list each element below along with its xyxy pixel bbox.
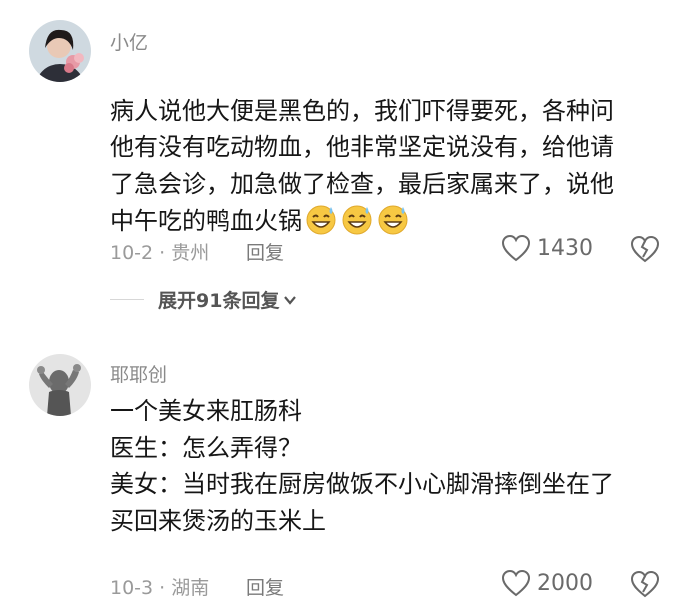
- chevron-down-icon: [284, 295, 297, 305]
- expand-replies-button[interactable]: 展开91条回复: [110, 286, 298, 313]
- expand-replies-label: 展开91条回复: [158, 290, 280, 312]
- avatar-photo: [29, 354, 91, 416]
- comment-text: 一个美女来肛肠科 医生：怎么弄得？ 美女：当时我在厨房做饭不小心脚滑摔倒坐在了 …: [110, 397, 614, 535]
- grin-sweat-emoji: [306, 205, 336, 235]
- emoji-group: [302, 205, 410, 235]
- grin-sweat-emoji: [342, 205, 372, 235]
- like-button[interactable]: 2000: [501, 569, 593, 597]
- broken-heart-icon: [630, 570, 660, 598]
- divider-line: [110, 298, 144, 301]
- comment-meta: 10-2 · 贵州: [110, 242, 210, 264]
- reply-button[interactable]: 回复: [246, 238, 284, 265]
- heart-outline-icon: [501, 234, 531, 262]
- username[interactable]: 小亿: [110, 28, 148, 55]
- like-button[interactable]: 1430: [501, 234, 593, 262]
- like-count: 2000: [537, 570, 593, 596]
- dislike-button[interactable]: [630, 570, 660, 602]
- comment-meta: 10-3 · 湖南: [110, 577, 210, 599]
- avatar[interactable]: [29, 20, 91, 82]
- like-count: 1430: [537, 235, 593, 261]
- avatar[interactable]: [29, 354, 91, 416]
- dislike-button[interactable]: [630, 235, 660, 267]
- avatar-photo: [29, 20, 91, 82]
- username[interactable]: 耶耶创: [110, 360, 167, 387]
- grin-sweat-emoji: [378, 205, 408, 235]
- reply-button[interactable]: 回复: [246, 573, 284, 600]
- heart-outline-icon: [501, 569, 531, 597]
- comment-text: 病人说他大便是黑色的，我们吓得要死，各种问 他有没有吃动物血，他非常坚定说没有，…: [110, 56, 680, 240]
- broken-heart-icon: [630, 235, 660, 263]
